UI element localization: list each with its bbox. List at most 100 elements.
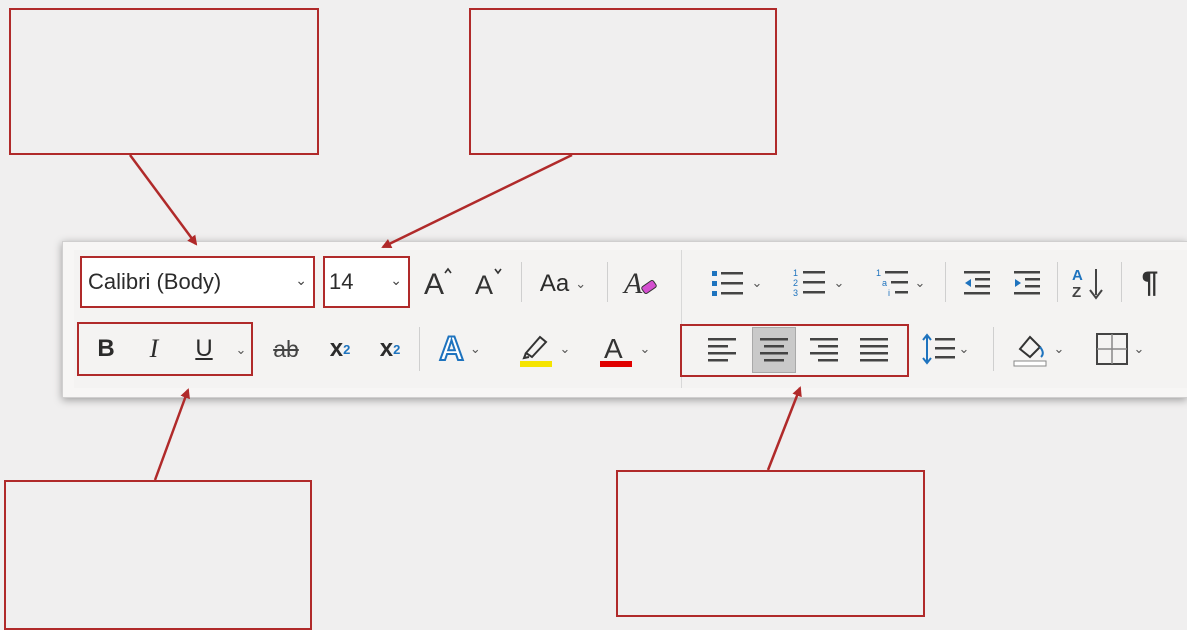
- divider: [1057, 262, 1058, 302]
- strikethrough-icon: ab: [273, 335, 299, 362]
- arrow-to-alignment: [766, 386, 802, 471]
- numbering-icon: 1 2 3: [793, 268, 825, 298]
- increase-indent-icon: [1014, 271, 1040, 295]
- align-left-icon: [708, 338, 736, 362]
- highlight-icon: [519, 335, 552, 367]
- align-right-icon: [810, 338, 838, 362]
- text-effects-icon: A: [438, 329, 465, 369]
- bullets-button[interactable]: ⌄: [700, 262, 770, 304]
- superscript-mark: 2: [393, 341, 401, 357]
- divider: [993, 327, 994, 371]
- divider: [1121, 262, 1122, 302]
- svg-text:i: i: [888, 288, 890, 298]
- font-color-button[interactable]: A ⌄: [588, 327, 658, 371]
- grow-font-button[interactable]: A: [420, 262, 458, 302]
- highlight-button[interactable]: ⌄: [508, 327, 578, 371]
- chevron-down-icon: ⌄: [914, 275, 926, 290]
- svg-text:a: a: [882, 278, 887, 288]
- subscript-button[interactable]: x2: [320, 327, 360, 371]
- chevron-down-icon: ⌄: [559, 341, 571, 356]
- align-right-button[interactable]: [802, 327, 846, 373]
- align-center-button[interactable]: [752, 327, 796, 373]
- justify-button[interactable]: [852, 327, 896, 373]
- font-size-dropdown[interactable]: 14 ⌄: [324, 257, 409, 307]
- italic-button[interactable]: I: [136, 327, 172, 371]
- chevron-down-icon: ⌄: [390, 272, 402, 288]
- decrease-indent-button[interactable]: [956, 262, 998, 304]
- divider: [521, 262, 522, 302]
- italic-label: I: [149, 334, 159, 363]
- svg-text:1: 1: [793, 268, 798, 278]
- chevron-down-icon: ⌄: [958, 341, 970, 356]
- strikethrough-button[interactable]: ab: [264, 327, 308, 371]
- underline-label: U: [195, 335, 213, 362]
- divider: [945, 262, 946, 302]
- justify-icon: [860, 338, 888, 362]
- svg-text:2: 2: [793, 278, 798, 288]
- text-effects-button[interactable]: A ⌄: [428, 327, 492, 371]
- svg-text:A: A: [604, 333, 623, 364]
- align-left-button[interactable]: [700, 327, 744, 373]
- font-color-icon: A: [599, 333, 632, 367]
- arrow-to-font-name: [128, 154, 198, 246]
- underline-options-dropdown[interactable]: ⌄: [232, 338, 250, 362]
- shading-button[interactable]: ⌄: [1002, 327, 1072, 371]
- subscript-mark: 2: [343, 341, 351, 357]
- show-marks-icon: ¶: [1141, 266, 1159, 299]
- multilevel-list-icon: 1 a i: [876, 268, 908, 298]
- sort-button[interactable]: A Z: [1066, 262, 1110, 304]
- chevron-down-icon: ⌄: [469, 341, 481, 356]
- divider: [607, 262, 608, 302]
- svg-text:A: A: [622, 267, 643, 300]
- multilevel-list-button[interactable]: 1 a i ⌄: [864, 262, 934, 304]
- clear-formatting-icon: A: [622, 267, 657, 300]
- increase-indent-button[interactable]: [1006, 262, 1048, 304]
- underline-button[interactable]: U: [184, 327, 224, 371]
- arrow-to-font-size: [381, 153, 573, 249]
- superscript-icon: x: [379, 335, 394, 362]
- svg-text:1: 1: [876, 268, 881, 278]
- shading-icon: [1013, 335, 1047, 367]
- line-spacing-button[interactable]: ⌄: [914, 327, 976, 371]
- svg-text:A: A: [475, 270, 493, 300]
- superscript-button[interactable]: x2: [370, 327, 410, 371]
- font-size-value: 14: [329, 269, 354, 294]
- callout-box-bottom-right: [616, 470, 925, 617]
- borders-icon: [1095, 333, 1128, 365]
- show-marks-button[interactable]: ¶: [1130, 262, 1170, 304]
- chevron-down-icon: ⌄: [235, 342, 247, 357]
- arrow-to-bold-italic-underline: [153, 388, 190, 481]
- bold-button[interactable]: B: [88, 327, 124, 371]
- change-case-icon: Aa: [539, 270, 570, 297]
- borders-button[interactable]: ⌄: [1084, 327, 1154, 371]
- chevron-down-icon: ⌄: [575, 276, 587, 291]
- shrink-font-icon: A: [475, 268, 502, 300]
- change-case-button[interactable]: Aa ⌄: [530, 264, 596, 304]
- svg-text:3: 3: [793, 288, 798, 298]
- subscript-icon: x: [329, 335, 344, 362]
- decrease-indent-icon: [964, 271, 990, 295]
- shrink-font-button[interactable]: A: [470, 262, 508, 302]
- grow-font-icon: A: [424, 267, 452, 300]
- line-spacing-icon: [921, 333, 955, 365]
- sort-icon: A Z: [1072, 267, 1103, 301]
- chevron-down-icon: ⌄: [1133, 341, 1145, 356]
- chevron-down-icon: ⌄: [639, 341, 651, 356]
- align-center-icon: [760, 338, 788, 362]
- callout-box-bottom-left: [4, 480, 312, 630]
- svg-text:A: A: [1072, 267, 1083, 284]
- svg-text:A: A: [424, 268, 444, 300]
- group-divider: [681, 250, 682, 388]
- chevron-down-icon: ⌄: [295, 272, 307, 288]
- svg-text:Z: Z: [1072, 284, 1081, 301]
- font-name-value: Calibri (Body): [88, 269, 222, 294]
- chevron-down-icon: ⌄: [833, 275, 845, 290]
- font-name-dropdown[interactable]: Calibri (Body) ⌄: [80, 257, 314, 307]
- numbering-button[interactable]: 1 2 3 ⌄: [782, 262, 852, 304]
- chevron-down-icon: ⌄: [751, 275, 763, 290]
- callout-box-top-left: [9, 8, 319, 155]
- clear-formatting-button[interactable]: A: [618, 262, 662, 304]
- divider: [419, 327, 420, 371]
- bullets-icon: [711, 271, 743, 296]
- bold-label: B: [97, 335, 115, 362]
